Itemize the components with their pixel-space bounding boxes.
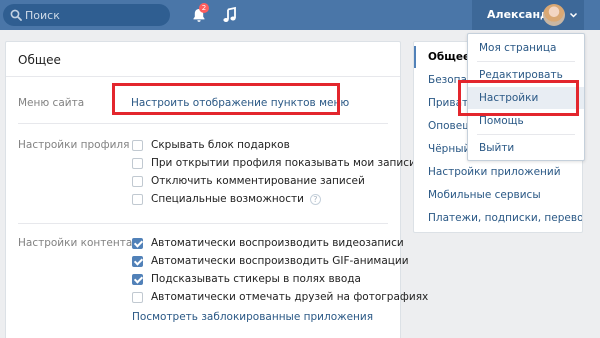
profile-settings-label: Настройки профиля — [18, 139, 130, 151]
checkbox-label: Автоматически отмечать друзей на фотогра… — [151, 291, 429, 303]
checkbox-disable-comments[interactable]: Отключить комментирование записей — [132, 174, 365, 188]
divider — [18, 123, 388, 124]
nav-item-mobile-services[interactable]: Мобильные сервисы — [414, 184, 582, 206]
checkbox[interactable] — [132, 255, 143, 267]
notification-badge: 2 — [199, 3, 209, 13]
page-title: Общее — [18, 53, 61, 67]
checkbox[interactable] — [132, 237, 143, 249]
divider — [18, 223, 388, 224]
search-icon — [10, 9, 22, 21]
music-button[interactable] — [222, 6, 238, 24]
dropdown-item-logout[interactable]: Выйти — [468, 137, 584, 159]
dropdown-item-my-page[interactable]: Моя страница — [468, 37, 584, 59]
checkbox-autoplay-video[interactable]: Автоматически воспроизводить видеозаписи — [132, 236, 404, 250]
checkbox-label: Скрывать блок подарков — [151, 139, 290, 151]
checkbox[interactable] — [132, 175, 143, 187]
checkbox[interactable] — [132, 291, 143, 303]
search-box[interactable] — [3, 4, 170, 26]
checkbox-accessibility[interactable]: Специальные возможности ? — [132, 192, 321, 206]
checkbox-auto-tag-friends[interactable]: Автоматически отмечать друзей на фотогра… — [132, 290, 428, 304]
divider — [477, 134, 575, 135]
notifications-button[interactable]: 2 — [191, 3, 209, 23]
checkbox-hide-gifts[interactable]: Скрывать блок подарков — [132, 138, 290, 152]
chevron-down-icon — [569, 12, 578, 18]
nav-item-app-settings[interactable]: Настройки приложений — [414, 161, 582, 183]
top-bar: 2 Александр — [0, 0, 600, 30]
checkbox-label: Специальные возможности — [151, 193, 304, 205]
checkbox-label: Отключить комментирование записей — [151, 175, 365, 187]
music-icon — [223, 6, 236, 22]
checkbox-autoplay-gif[interactable]: Автоматически воспроизводить GIF-анимаци… — [132, 254, 409, 268]
checkbox-label: Автоматически воспроизводить видеозаписи — [151, 237, 404, 249]
divider — [477, 61, 575, 62]
search-input[interactable] — [25, 7, 165, 23]
menu-row-label: Меню сайта — [18, 97, 85, 109]
blocked-apps-link[interactable]: Посмотреть заблокированные приложения — [132, 311, 373, 323]
checkbox[interactable] — [132, 139, 143, 151]
checkbox[interactable] — [132, 273, 143, 285]
checkbox[interactable] — [132, 193, 143, 205]
content-settings-label: Настройки контента — [18, 237, 133, 249]
checkbox[interactable] — [132, 157, 143, 169]
checkbox-label: При открытии профиля показывать мои запи… — [151, 157, 416, 169]
checkbox-show-my-posts[interactable]: При открытии профиля показывать мои запи… — [132, 156, 416, 170]
divider — [6, 76, 400, 77]
checkbox-sticker-hints[interactable]: Подсказывать стикеры в полях ввода — [132, 272, 361, 286]
checkbox-label: Автоматически воспроизводить GIF-анимаци… — [151, 255, 409, 267]
nav-item-payments[interactable]: Платежи, подписки, переводы — [414, 207, 582, 229]
highlight-box-settings — [458, 80, 579, 116]
highlight-box-menu-link — [112, 83, 340, 115]
checkbox-label: Подсказывать стикеры в полях ввода — [151, 273, 361, 285]
user-menu-button[interactable]: Александр — [472, 0, 584, 30]
avatar — [543, 4, 565, 26]
question-icon[interactable]: ? — [309, 193, 321, 205]
